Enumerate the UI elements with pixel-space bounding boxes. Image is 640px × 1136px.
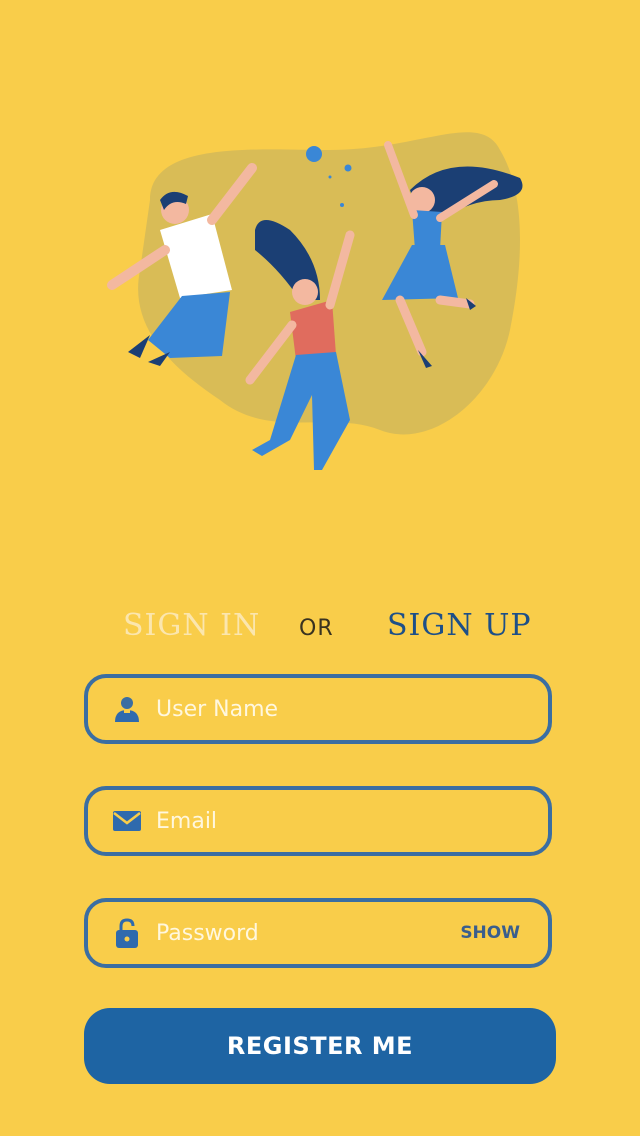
register-button[interactable]: REGISTER ME [84, 1008, 556, 1084]
or-separator: OR [299, 616, 334, 641]
username-placeholder: User Name [156, 696, 279, 722]
envelope-icon [112, 805, 142, 837]
tab-sign-in[interactable]: SIGN IN [123, 608, 260, 643]
email-placeholder: Email [156, 808, 218, 834]
password-placeholder: Password [156, 920, 259, 946]
password-field[interactable]: Password SHOW [84, 898, 552, 968]
user-icon [112, 693, 142, 725]
register-button-label: REGISTER ME [226, 1032, 414, 1060]
lock-icon [112, 917, 142, 949]
tab-sign-up[interactable]: SIGN UP [387, 608, 532, 643]
show-password-button[interactable]: SHOW [460, 923, 520, 943]
username-field[interactable]: User Name [84, 674, 552, 744]
email-field[interactable]: Email [84, 786, 552, 856]
auth-tabs: SIGN IN OR SIGN UP [0, 600, 640, 660]
jumping-people-illustration [107, 132, 523, 470]
